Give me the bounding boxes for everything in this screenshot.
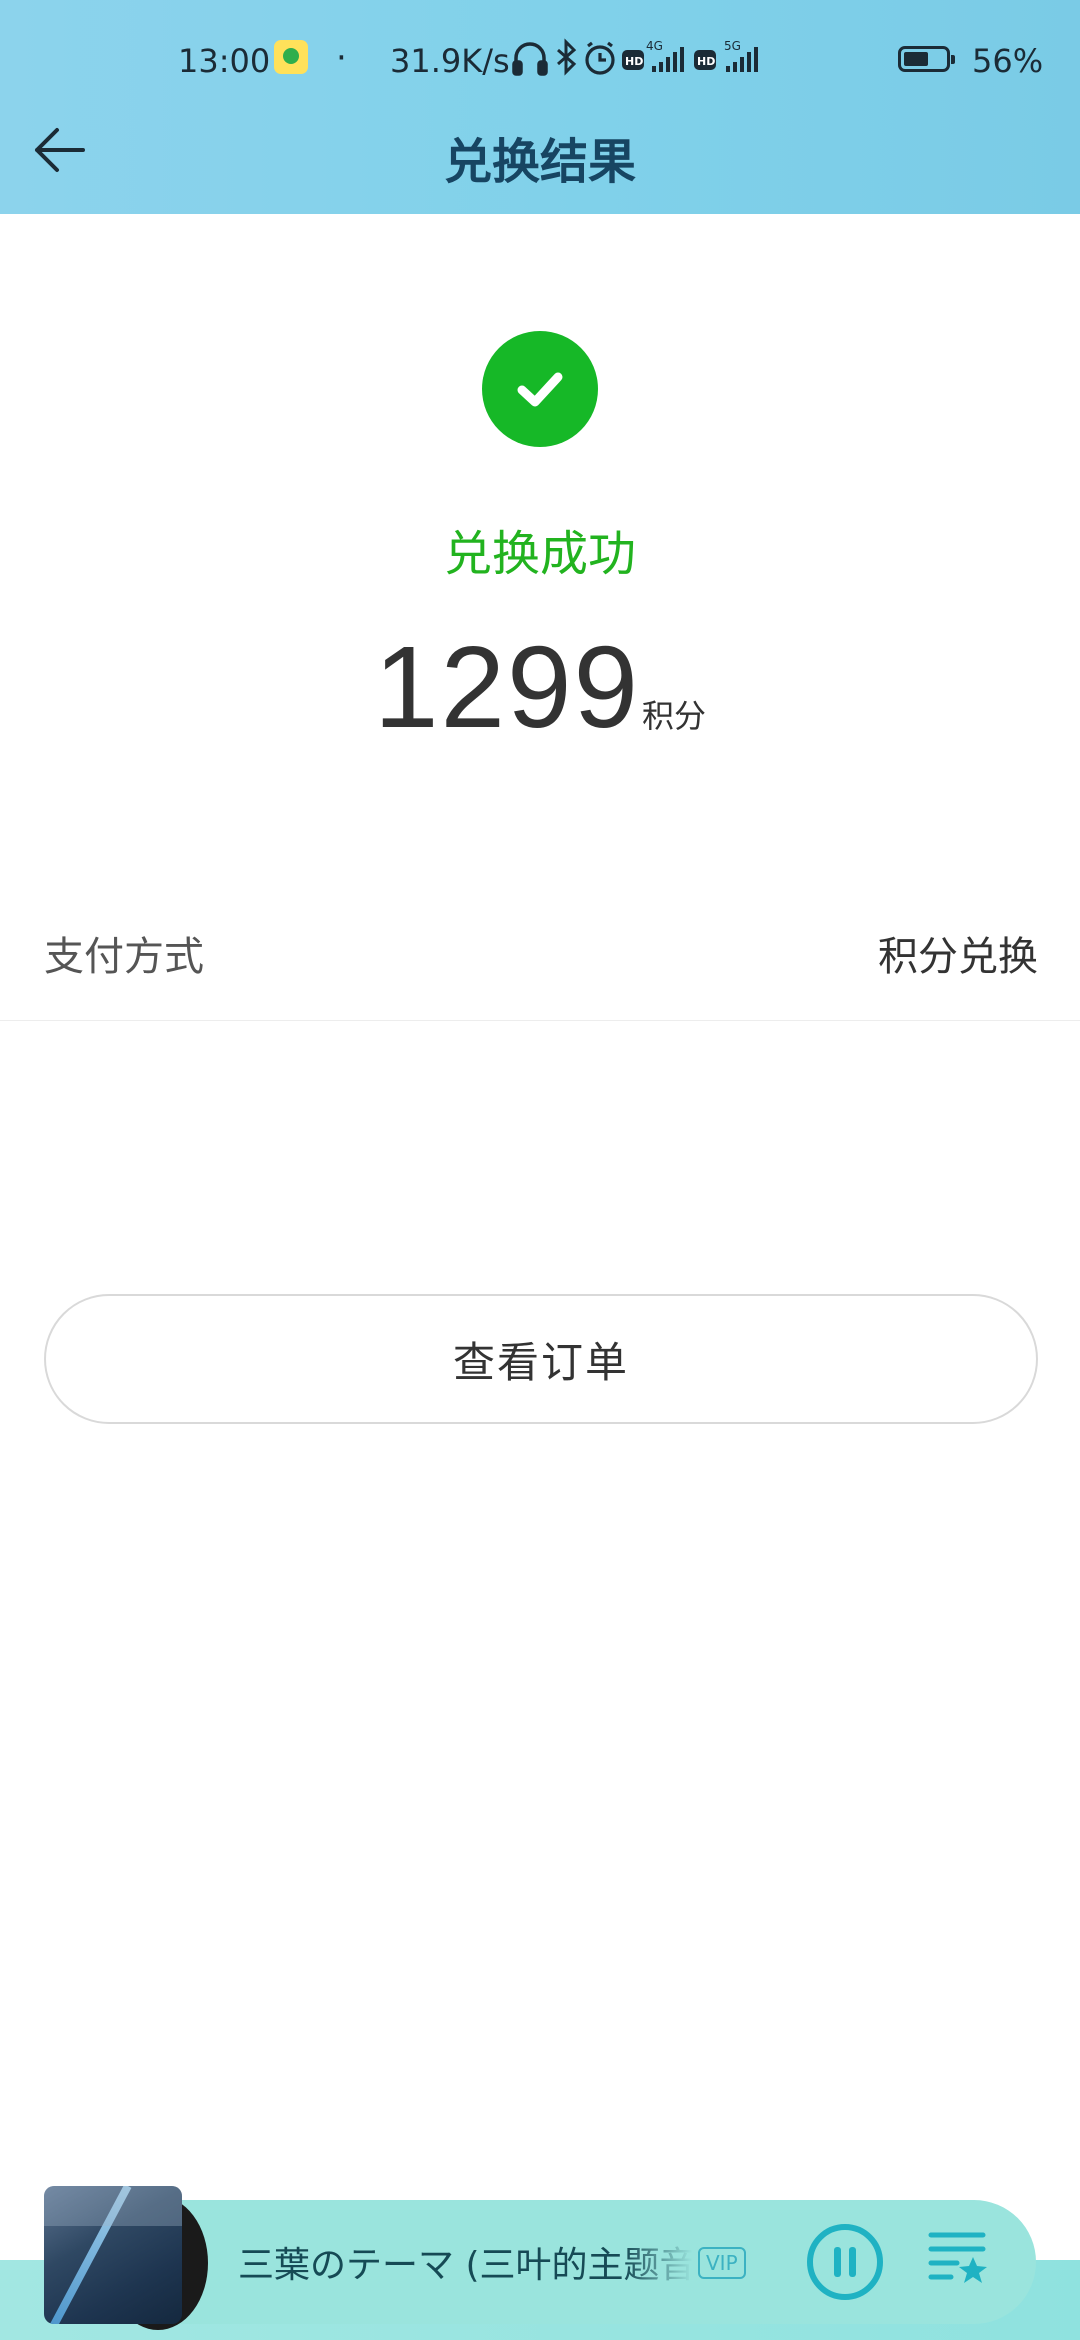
alarm-icon [585, 41, 615, 75]
status-icons: HD 4G HD 5G [512, 38, 758, 76]
check-icon [517, 372, 563, 407]
view-order-button[interactable]: 查看订单 [44, 1294, 1038, 1424]
album-cover[interactable] [44, 2186, 182, 2324]
headphones-icon [512, 42, 548, 76]
playlist-star-icon [928, 2232, 987, 2283]
svg-text:HD: HD [625, 55, 643, 68]
page-title: 兑换结果 [443, 134, 636, 190]
pause-icon [807, 2224, 883, 2300]
svg-text:HD: HD [697, 55, 715, 68]
bluetooth-icon [557, 38, 577, 76]
success-status-text: 兑换成功 [443, 526, 636, 582]
hd-icon: HD [694, 50, 716, 70]
hd-icon: HD [622, 50, 644, 70]
header-bar: 13:00 · 31.9K/s HD 4G HD 5G 56% 兑换结果 [0, 0, 1080, 214]
battery-icon [898, 46, 955, 72]
5g-signal-icon: 5G [724, 39, 758, 72]
status-bar: 13:00 · 31.9K/s HD 4G HD 5G 56% [0, 28, 1080, 98]
song-title[interactable]: 三葉のテーマ (三叶的主题音乐) [238, 2236, 692, 2290]
playlist-button[interactable] [924, 2222, 994, 2292]
pause-button[interactable] [805, 2222, 885, 2302]
battery-level: 56% [972, 42, 1044, 80]
check-circle-icon [482, 331, 598, 447]
4g-signal-icon: 4G [646, 39, 684, 72]
svg-text:4G: 4G [646, 39, 663, 53]
status-time: 13:00 [178, 42, 271, 80]
points-amount: 1299积分 [0, 620, 1080, 754]
app-notification-icon [274, 40, 308, 74]
vip-badge: VIP [698, 2247, 746, 2279]
points-unit: 积分 [642, 697, 707, 735]
status-dot: · [336, 38, 347, 78]
payment-method-value: 积分兑换 [878, 934, 1038, 980]
payment-method-label: 支付方式 [44, 934, 204, 980]
svg-text:5G: 5G [724, 39, 741, 53]
points-value: 1299 [373, 622, 641, 752]
payment-method-row: 支付方式 积分兑换 [0, 900, 1080, 1021]
network-speed: 31.9K/s [390, 42, 510, 80]
